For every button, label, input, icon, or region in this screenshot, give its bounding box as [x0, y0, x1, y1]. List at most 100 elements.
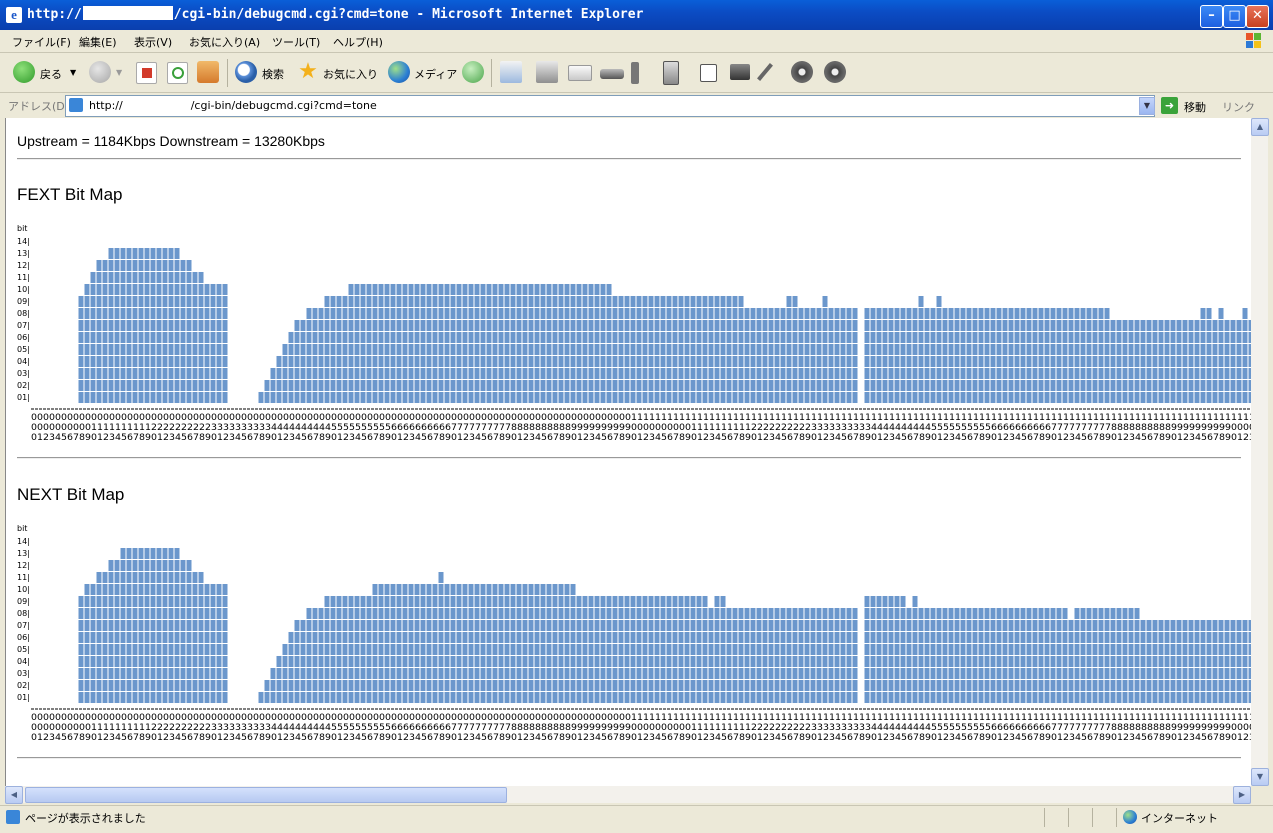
back-icon[interactable]: [13, 61, 35, 83]
y-tick-label: 05|: [17, 345, 30, 354]
mail-icon[interactable]: [500, 61, 522, 83]
tone-bar: [696, 595, 702, 703]
y-tick-label: 07|: [17, 621, 30, 630]
tone-bar: [738, 295, 744, 403]
network-icon[interactable]: [730, 64, 750, 80]
menu-help[interactable]: ヘルプ(H): [333, 34, 383, 50]
maximize-button[interactable]: □: [1223, 5, 1246, 28]
divider: [17, 158, 1241, 160]
pen-icon[interactable]: [757, 63, 773, 81]
go-button[interactable]: 移動: [1184, 99, 1206, 115]
tone-bar: [702, 295, 708, 403]
settings-icon[interactable]: [824, 61, 846, 83]
tone-bar: [666, 295, 672, 403]
menu-file[interactable]: ファイル(F): [12, 34, 71, 50]
edit-icon[interactable]: [568, 65, 592, 81]
tone-bar: [690, 595, 696, 703]
refresh-icon[interactable]: [167, 62, 188, 84]
forward-dropdown-icon[interactable]: ▼: [116, 68, 122, 77]
tone-bar: [726, 295, 732, 403]
favorites-label[interactable]: お気に入り: [323, 66, 378, 82]
tone-bar: [882, 595, 888, 703]
y-tick-label: 13|: [17, 249, 30, 258]
scroll-up-icon[interactable]: ▲: [1251, 118, 1269, 136]
y-tick-label: 08|: [17, 309, 30, 318]
tone-bar: [102, 571, 108, 703]
tone-bar: [684, 595, 690, 703]
forward-icon[interactable]: [89, 61, 111, 83]
favorites-icon[interactable]: ★: [297, 61, 319, 83]
y-tick-label: 03|: [17, 369, 30, 378]
tone-bar: [282, 343, 288, 403]
tone-bar: [648, 295, 654, 403]
research-icon[interactable]: [631, 62, 639, 84]
y-tick-label: 07|: [17, 321, 30, 330]
y-tick-label: 06|: [17, 333, 30, 342]
tone-bar: [714, 595, 720, 703]
gear-icon[interactable]: [791, 61, 813, 83]
tone-bar: [900, 595, 906, 703]
messenger-icon[interactable]: [663, 61, 679, 85]
print-icon[interactable]: [536, 61, 558, 83]
close-button[interactable]: ✕: [1246, 5, 1269, 28]
y-tick-label: 02|: [17, 681, 30, 690]
tone-bar: [654, 595, 660, 703]
back-label[interactable]: 戻る: [40, 66, 62, 82]
tone-index-row: 0123456789012345678901234567890123456789…: [31, 733, 1252, 743]
tone-bar: [786, 295, 792, 403]
tone-bar: [90, 271, 96, 403]
tone-bar: [648, 595, 654, 703]
minimize-button[interactable]: –: [1200, 5, 1223, 28]
tone-bar: [720, 295, 726, 403]
discuss-icon[interactable]: [600, 69, 624, 79]
scroll-right-icon[interactable]: ▶: [1233, 786, 1251, 804]
y-tick-label: 14|: [17, 537, 30, 546]
menu-favorites[interactable]: お気に入り(A): [189, 34, 260, 50]
tone-bar: [576, 595, 582, 703]
toolbar-separator: [491, 59, 492, 87]
horizontal-scrollbar[interactable]: ◀ ▶: [5, 786, 1251, 804]
status-divider: [1068, 808, 1069, 827]
home-icon[interactable]: [197, 61, 219, 83]
go-icon[interactable]: ➜: [1161, 97, 1178, 114]
vertical-scrollbar[interactable]: ▲ ▼: [1251, 118, 1269, 786]
stop-icon[interactable]: [136, 62, 157, 84]
search-icon[interactable]: [235, 61, 257, 83]
scroll-down-icon[interactable]: ▼: [1251, 768, 1269, 786]
tone-bar: [336, 595, 342, 703]
tone-bar: [360, 595, 366, 703]
y-tick-label: 12|: [17, 561, 30, 570]
status-divider: [1092, 808, 1093, 827]
window-title: http:// /cgi-bin/debugcmd.cgi?cmd=tone - …: [27, 6, 643, 22]
menu-tools[interactable]: ツール(T): [272, 34, 320, 50]
y-tick-label: 09|: [17, 297, 30, 306]
scroll-left-icon[interactable]: ◀: [5, 786, 23, 804]
tone-bar: [822, 295, 828, 403]
status-divider: [1116, 808, 1117, 827]
y-tick-label: 02|: [17, 381, 30, 390]
menu-view[interactable]: 表示(V): [134, 34, 172, 50]
calendar-icon[interactable]: [700, 64, 717, 82]
y-axis-label: bit: [17, 524, 27, 533]
links-button[interactable]: リンク: [1222, 99, 1255, 115]
horizontal-scroll-thumb[interactable]: [25, 787, 507, 803]
media-label[interactable]: メディア: [414, 66, 457, 82]
tone-index-row: 0000000000000000000000000000000000000000…: [31, 713, 1252, 723]
address-dropdown-icon[interactable]: ▼: [1139, 97, 1155, 115]
fext-bit-map: bit 14| 13| 12| 11| 10| 09| 08| 07| 06| 05| 04| 03| 0…: [17, 224, 1252, 443]
menu-edit[interactable]: 編集(E): [79, 34, 117, 50]
tone-bar: [630, 595, 636, 703]
windows-logo-icon: [1246, 33, 1261, 48]
tone-bar: [78, 595, 84, 703]
y-tick-label: 09|: [17, 597, 30, 606]
history-icon[interactable]: [462, 61, 484, 83]
y-tick-label: 12|: [17, 261, 30, 270]
search-label[interactable]: 検索: [262, 66, 284, 82]
media-icon[interactable]: [388, 61, 410, 83]
title-bar[interactable]: e http:// /cgi-bin/debugcmd.cgi?cmd=tone …: [0, 0, 1273, 30]
tone-bar: [324, 595, 330, 703]
address-url[interactable]: http:// /cgi-bin/debugcmd.cgi?cmd=tone: [89, 99, 377, 112]
tone-bar: [198, 271, 204, 403]
back-dropdown-icon[interactable]: ▼: [70, 68, 76, 77]
tone-bar: [618, 595, 624, 703]
